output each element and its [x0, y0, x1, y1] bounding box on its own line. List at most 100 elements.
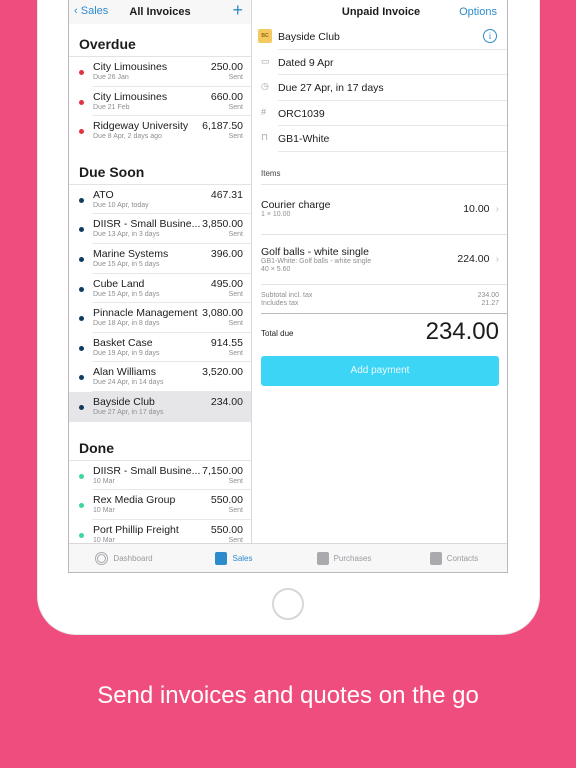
chevron-right-icon: ›	[495, 203, 500, 215]
dated-row[interactable]: ▭ Dated 9 Apr	[253, 50, 507, 76]
invoice-amount: 3,850.00	[202, 218, 243, 231]
invoice-due: Due 18 Apr, in 8 days	[93, 320, 160, 328]
invoice-contact: DIISR - Small Busine...	[93, 218, 201, 231]
invoice-amount: 3,080.00	[202, 307, 243, 320]
invoice-row[interactable]: Alan Williams Due 24 Apr, in 14 days 3,5…	[69, 362, 251, 392]
invoice-row[interactable]: DIISR - Small Busine... Due 13 Apr, in 3…	[69, 214, 251, 244]
invoice-row[interactable]: Pinnacle Management Due 18 Apr, in 8 day…	[69, 303, 251, 333]
invoice-contact: Basket Case	[93, 336, 153, 349]
status-dot-icon	[79, 404, 84, 410]
invoice-due: Due 27 Apr, in 17 days	[93, 408, 164, 416]
invoice-amount: 914.55	[210, 336, 243, 349]
invoice-contact: Cube Land	[93, 277, 145, 290]
tab-purchases[interactable]: Purchases	[289, 544, 399, 572]
invoice-due: Due 15 Apr, in 5 days	[93, 260, 160, 268]
invoice-status: Sent	[228, 477, 243, 485]
invoice-row[interactable]: DIISR - Small Busine... 10 Mar 7,150.00 …	[69, 461, 251, 491]
status-dot-icon	[79, 70, 84, 75]
status-dot-icon	[79, 473, 84, 479]
invoice-due: 10 Mar	[93, 477, 115, 485]
invoice-status: Sent	[228, 320, 243, 328]
invoice-status: Sent	[228, 231, 243, 239]
contact-name: Bayside Club	[278, 31, 340, 43]
tab-sales[interactable]: Sales	[179, 544, 289, 572]
reference-row[interactable]: ⊓ GB1-White	[253, 126, 507, 152]
invoice-amount: 6,187.50	[202, 120, 243, 133]
tax-value: 21.27	[481, 300, 499, 307]
invoice-due: Due 24 Apr, in 14 days	[93, 379, 164, 387]
line-item[interactable]: Golf balls - white single GB1-White: Gol…	[261, 246, 499, 274]
invoice-contact: Alan Williams	[93, 366, 157, 379]
line-item[interactable]: Courier charge 1 × 10.00 10.00 ›	[261, 199, 499, 219]
contact-row[interactable]: BC Bayside Club i	[253, 24, 507, 50]
home-button[interactable]	[272, 588, 304, 620]
invoice-row[interactable]: City Limousines Due 26 Jan 250.00 Sent	[69, 57, 251, 87]
invoice-row[interactable]: Cube Land Due 15 Apr, in 5 days 495.00 S…	[69, 274, 251, 304]
invoice-amount: 550.00	[210, 494, 243, 507]
info-icon[interactable]: i	[483, 29, 497, 43]
tab-label: Sales	[232, 554, 253, 563]
item-value: 224.00	[457, 253, 490, 265]
status-dot-icon	[79, 375, 84, 381]
number-row[interactable]: # ORC1039	[253, 101, 507, 127]
list-nav-bar: ‹ Sales All Invoices +	[69, 0, 251, 24]
invoice-due: Due 8 Apr, 2 days ago	[93, 133, 162, 141]
invoice-contact: Marine Systems	[93, 247, 169, 260]
invoice-status: Sent	[228, 349, 243, 357]
status-dot-icon	[79, 129, 84, 135]
due-text: Due 27 Apr, in 17 days	[278, 82, 384, 95]
add-payment-button[interactable]: Add payment	[261, 356, 499, 386]
items-label: Items	[261, 169, 281, 178]
item-quantity: 40 × 5.60	[261, 266, 291, 273]
invoice-contact: Port Phillip Freight	[93, 523, 179, 536]
marketing-caption: Send invoices and quotes on the go	[97, 682, 479, 709]
contact-avatar: BC	[258, 29, 272, 43]
invoice-row[interactable]: Marine Systems Due 15 Apr, in 5 days 396…	[69, 244, 251, 274]
status-dot-icon	[79, 286, 84, 292]
invoice-detail-pane: Unpaid Invoice Options BC Bayside Club i…	[253, 0, 507, 543]
status-dot-icon	[79, 99, 84, 105]
status-dot-icon	[79, 503, 84, 509]
invoice-contact: Bayside Club	[93, 395, 155, 408]
status-dot-icon	[79, 316, 84, 322]
total-label: Total due	[261, 329, 294, 338]
invoice-row[interactable]: Rex Media Group 10 Mar 550.00 Sent	[69, 490, 251, 520]
invoice-amount: 660.00	[210, 90, 243, 103]
invoice-due: Due 26 Jan	[93, 74, 129, 81]
invoice-amount: 495.00	[210, 277, 243, 290]
invoice-row[interactable]: Bayside Club Due 27 Apr, in 17 days 234.…	[69, 391, 251, 422]
section-header: Done	[69, 422, 251, 461]
invoice-row[interactable]: ATO Due 10 Apr, today 467.31	[69, 185, 251, 215]
invoice-row[interactable]: Basket Case Due 19 Apr, in 9 days 914.55…	[69, 333, 251, 363]
tab-contacts[interactable]: Contacts	[399, 544, 507, 572]
subtotal-label: Subtotal incl. tax	[261, 292, 313, 299]
status-dot-icon	[79, 256, 84, 262]
invoice-due: Due 13 Apr, in 3 days	[93, 231, 160, 239]
item-value: 10.00	[463, 203, 490, 215]
bookmark-icon: ⊓	[261, 132, 269, 143]
options-button[interactable]: Options	[459, 6, 497, 18]
document-icon	[215, 552, 228, 565]
chevron-right-icon: ›	[495, 253, 500, 265]
invoice-amount: 396.00	[210, 247, 243, 260]
invoice-status: Sent	[228, 507, 243, 515]
status-dot-icon	[79, 345, 84, 351]
invoice-contact: DIISR - Small Busine...	[93, 464, 201, 477]
invoice-amount: 250.00	[210, 61, 243, 73]
invoice-due: Due 10 Apr, today	[93, 201, 149, 209]
invoice-row[interactable]: Ridgeway University Due 8 Apr, 2 days ag…	[69, 116, 251, 146]
detail-nav-bar: Unpaid Invoice Options	[253, 0, 507, 24]
hash-icon: #	[261, 106, 267, 117]
app-screen: ‹ Sales All Invoices + Overdue City Limo…	[68, 0, 508, 573]
invoice-contact: Rex Media Group	[93, 494, 176, 507]
reference-text: GB1-White	[278, 133, 330, 146]
invoice-due: Due 21 Feb	[93, 103, 130, 111]
due-row[interactable]: ◷ Due 27 Apr, in 17 days	[253, 75, 507, 101]
invoice-row[interactable]: City Limousines Due 21 Feb 660.00 Sent	[69, 87, 251, 117]
invoice-list-pane: ‹ Sales All Invoices + Overdue City Limo…	[69, 0, 252, 544]
invoice-amount: 234.00	[210, 395, 243, 408]
status-dot-icon	[79, 227, 84, 233]
add-invoice-button[interactable]: +	[232, 0, 243, 21]
tab-dashboard[interactable]: Dashboard	[69, 544, 179, 572]
invoice-due: 10 Mar	[93, 507, 115, 515]
